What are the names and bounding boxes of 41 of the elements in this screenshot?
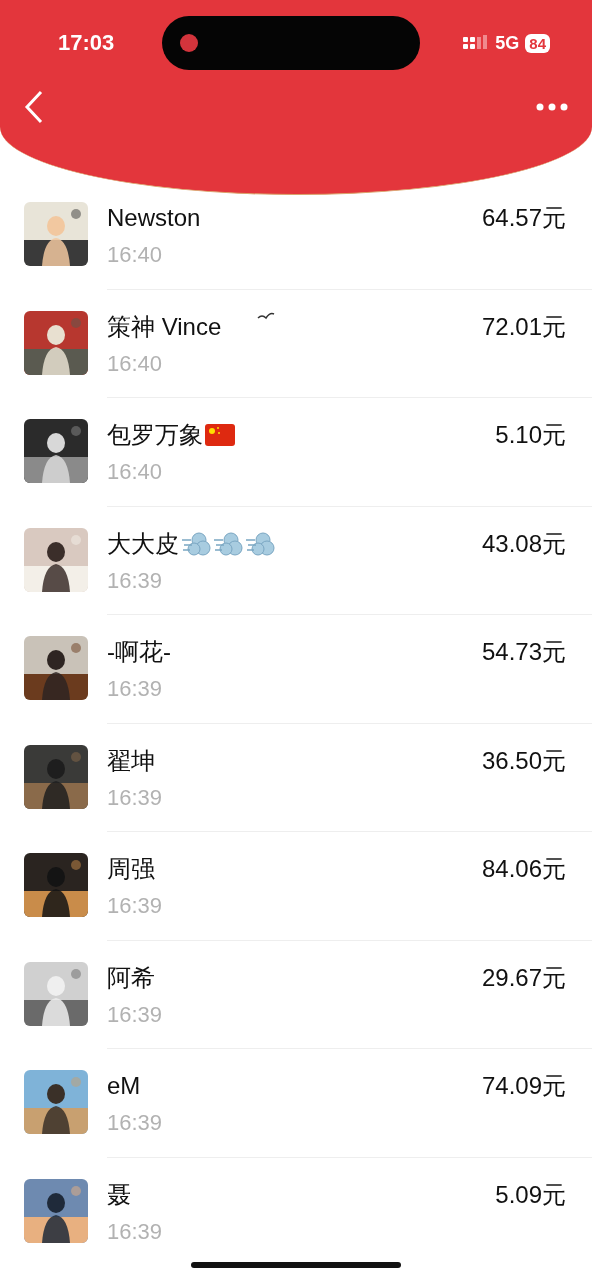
user-name: 翟坤 [107, 745, 155, 776]
signal-icon [463, 35, 490, 51]
more-icon[interactable] [536, 103, 568, 111]
puff-icon [245, 529, 275, 558]
amount-text: 64.57元 [481, 203, 566, 233]
amount-text: 29.67元 [481, 962, 566, 993]
amount-text: 43.08元 [481, 528, 566, 559]
user-name: 大大皮 [107, 528, 179, 559]
claim-time: 16:40 [107, 242, 164, 268]
user-name: 周强 [107, 854, 155, 884]
claim-time: 16:39 [107, 567, 164, 594]
user-name: 阿希 [107, 962, 155, 993]
network-label: 5G [495, 32, 520, 54]
amount-text: 5.09元 [495, 1179, 566, 1210]
claim-time: 16:39 [107, 784, 164, 811]
amount-text: 74.09元 [481, 1071, 566, 1101]
claim-time: 16:39 [107, 1001, 164, 1028]
user-name: 聂 [107, 1179, 131, 1210]
amount-text: 36.50元 [481, 745, 566, 776]
puff-icon [181, 529, 211, 558]
amount-text: 54.73元 [481, 637, 566, 667]
puff-icon [213, 529, 243, 558]
recording-dot [180, 34, 198, 52]
claim-time: 16:39 [107, 676, 164, 702]
amount-text: 84.06元 [481, 854, 566, 884]
claim-time: 16:39 [107, 1110, 164, 1136]
user-name: Newston [107, 204, 201, 232]
claim-time: 16:40 [107, 459, 164, 485]
claim-time: 16:39 [107, 1218, 164, 1245]
claim-time: 16:40 [107, 350, 164, 377]
user-name: eM [107, 1072, 141, 1100]
user-name: 策神 Vince [107, 311, 222, 342]
user-name: 包罗万象 [107, 420, 203, 450]
status-time: 17:03 [58, 30, 116, 56]
battery-level: 84 [525, 33, 550, 53]
flag-icon [205, 424, 235, 446]
user-name: -啊花- [107, 637, 171, 667]
amount-text: 5.10元 [495, 420, 566, 450]
claim-time: 16:39 [107, 893, 164, 919]
amount-text: 72.01元 [481, 311, 566, 342]
back-icon[interactable] [24, 90, 44, 124]
